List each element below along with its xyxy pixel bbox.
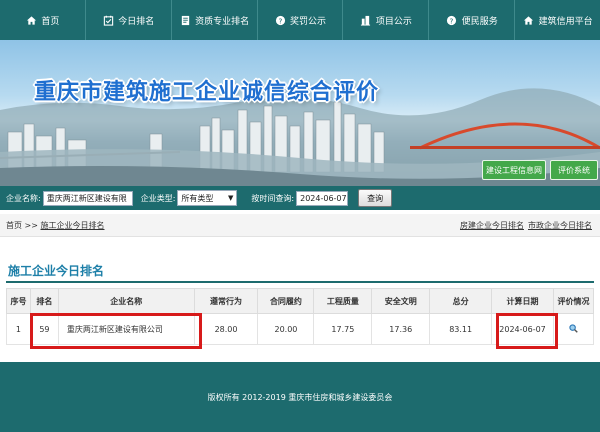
table-header-row: 序号 排名 企业名称 遵常行为 合同履约 工程质量 安全文明 总分 计算日期 评… [6,288,595,314]
col-header-company: 企业名称 [57,288,195,314]
search-bar: 企业名称: 重庆两江新区建设有限 企业类型: 所有类型 ▼ 按时间查询: 202… [0,186,600,210]
home-icon [25,14,37,26]
nav-project-publicity[interactable]: 项目公示 [343,0,430,40]
query-button[interactable]: 查询 [358,189,393,207]
nav-today-ranking-label: 今日排名 [118,16,155,27]
section-divider [6,281,594,283]
col-header-evaluation: 评价情况 [552,288,595,314]
magnifier-icon[interactable] [569,323,578,333]
home-icon [523,14,535,26]
cell-total: 83.11 [429,313,493,345]
col-header-quality: 工程质量 [313,288,373,314]
municipal-ranking-link[interactable]: 市政企业今日排名 [528,220,592,231]
banner-title: 重庆市建筑施工企业诚信综合评价 [34,80,380,105]
chevron-down-icon: ▼ [228,194,234,202]
col-header-behavior: 遵常行为 [193,288,259,314]
evaluation-system-button[interactable]: 评价系统 [550,160,598,180]
question-circle-icon: ? [274,14,286,26]
nav-qualification-ranking-label: 资质专业排名 [195,16,250,27]
cell-quality: 17.75 [313,313,373,345]
cell-contract: 20.00 [257,313,315,345]
housing-ranking-link[interactable]: 房建企业今日排名 [460,220,524,231]
nav-home[interactable]: 首页 [0,0,86,40]
cell-index: 1 [6,313,31,345]
breadcrumb-current[interactable]: 施工企业今日排名 [41,221,105,230]
help-icon: ? [446,14,458,26]
top-navigation: 首页 今日排名 资质专业排名 ? 奖罚公示 项目公示 ? 便民服务 建筑信用平台 [0,0,600,40]
col-header-total: 总分 [429,288,493,314]
construction-info-network-button[interactable]: 建设工程信息网 [482,160,546,180]
company-highlight-box [30,313,202,349]
building-icon [360,14,372,26]
date-query-label: 按时间查询: [251,193,295,203]
nav-home-label: 首页 [41,16,60,27]
company-name-input[interactable]: 重庆两江新区建设有限 [42,190,133,206]
nav-today-ranking[interactable]: 今日排名 [86,0,172,40]
company-type-select[interactable]: 所有类型 ▼ [177,190,238,206]
calendar-check-icon [102,14,114,26]
date-query-input[interactable]: 2024-06-07 [296,190,349,206]
cell-evaluation [552,313,595,345]
nav-project-publicity-label: 项目公示 [375,16,412,27]
footer: 版权所有 2012-2019 重庆市住房和城乡建设委员会 [0,362,600,432]
breadcrumb-left: 首页 >> 施工企业今日排名 [6,220,105,231]
company-type-label: 企业类型: [140,193,176,203]
cell-behavior: 28.00 [193,313,259,345]
section-title: 施工企业今日排名 [8,264,105,278]
col-header-index: 序号 [6,288,31,314]
breadcrumb-right: 房建企业今日排名 市政企业今日排名 [460,220,592,231]
col-header-rank: 排名 [29,288,59,314]
date-highlight-box [496,313,558,349]
nav-qualification-ranking[interactable]: 资质专业排名 [172,0,258,40]
nav-public-service[interactable]: ? 便民服务 [429,0,516,40]
breadcrumb-home[interactable]: 首页 [6,221,22,230]
cell-safety: 17.36 [371,313,431,345]
svg-text:?: ? [450,16,454,25]
nav-rewards-penalties-label: 奖罚公示 [290,16,327,27]
col-header-contract: 合同履约 [257,288,315,314]
nav-public-service-label: 便民服务 [461,16,498,27]
footer-copyright: 版权所有 2012-2019 重庆市住房和城乡建设委员会 [207,392,393,402]
company-name-label: 企业名称: [6,193,41,203]
svg-text:?: ? [278,16,282,25]
col-header-safety: 安全文明 [371,288,431,314]
company-type-value: 所有类型 [181,193,214,203]
nav-credit-platform-label: 建筑信用平台 [538,16,593,27]
col-header-date: 计算日期 [491,288,554,314]
nav-credit-platform[interactable]: 建筑信用平台 [515,0,600,40]
breadcrumb: 首页 >> 施工企业今日排名 房建企业今日排名 市政企业今日排名 [0,214,600,237]
document-icon [179,14,191,26]
nav-rewards-penalties[interactable]: ? 奖罚公示 [258,0,344,40]
breadcrumb-separator: >> [24,220,38,230]
